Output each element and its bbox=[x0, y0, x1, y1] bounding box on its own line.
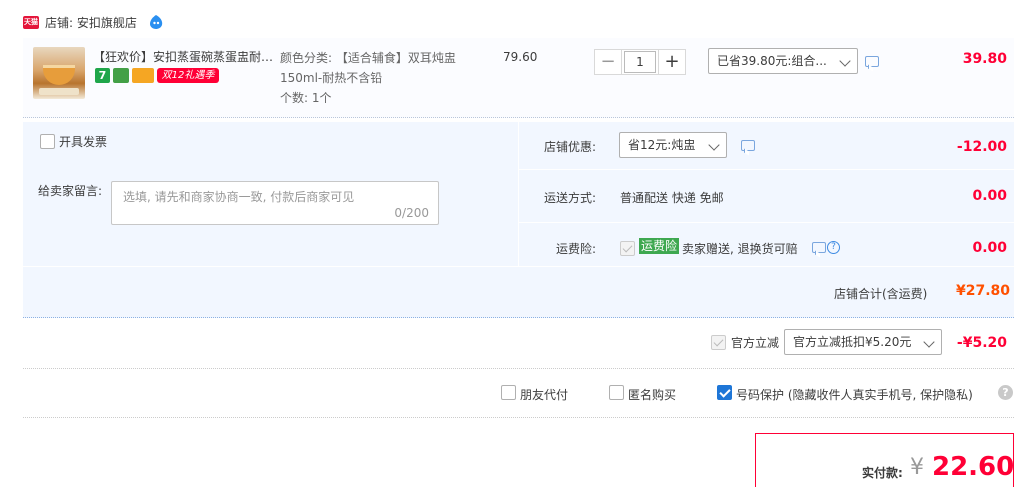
chat-bubble-icon[interactable] bbox=[812, 242, 826, 253]
currency-symbol: ¥ bbox=[910, 455, 924, 480]
official-discount-amount: -¥5.20 bbox=[956, 335, 1007, 351]
anonymous-checkbox[interactable] bbox=[609, 385, 624, 400]
options-row-divider bbox=[519, 169, 1014, 170]
shop-discount-amount: -12.00 bbox=[956, 139, 1007, 155]
payment-label: 实付款: bbox=[862, 466, 903, 480]
shop-discount-label: 店铺优惠: bbox=[544, 140, 597, 154]
item-promo-select-value: 已省39.80元:组合... bbox=[717, 54, 827, 68]
memo-label: 给卖家留言: bbox=[38, 184, 103, 198]
memo-char-count: 0/200 bbox=[394, 206, 429, 220]
insurance-description: 卖家赠送, 退换货可赔 bbox=[682, 242, 798, 256]
chat-bubble-icon[interactable] bbox=[865, 56, 879, 67]
shipping-amount: 0.00 bbox=[972, 188, 1007, 204]
shipping-label: 运送方式: bbox=[544, 191, 597, 205]
insurance-checkbox bbox=[620, 241, 635, 256]
sku-color: 颜色分类: 【适合辅食】双耳炖盅 bbox=[280, 51, 456, 65]
item-badges: 7 双12礼遇季 bbox=[95, 68, 219, 84]
item-title-link[interactable]: 【狂欢价】安扣蒸蛋碗蒸蛋盅耐热玻璃炖盅 bbox=[93, 48, 275, 66]
tmall-logo-icon: 天猫 bbox=[23, 16, 39, 29]
options-row-divider bbox=[519, 222, 1014, 223]
wangwang-chat-icon[interactable] bbox=[148, 14, 164, 30]
help-circle-icon[interactable]: ? bbox=[998, 385, 1013, 400]
quantity-minus-button[interactable]: − bbox=[594, 49, 622, 75]
quantity-stepper: − 1 + bbox=[594, 49, 686, 75]
insurance-label: 运费险: bbox=[556, 242, 597, 256]
shop-discount-select-value: 省12元:炖盅 bbox=[628, 138, 696, 152]
official-discount-label: 官方立减 bbox=[731, 336, 780, 350]
quantity-plus-button[interactable]: + bbox=[658, 49, 686, 75]
official-discount-select[interactable]: 官方立减抵扣¥5.20元 bbox=[784, 329, 942, 355]
quantity-value: 1 bbox=[624, 51, 656, 73]
payment-amount: 22.60 bbox=[932, 452, 1015, 482]
sku-count: 个数: 1个 bbox=[280, 91, 332, 105]
friend-pay-label: 朋友代付 bbox=[520, 388, 569, 402]
item-promo-select[interactable]: 已省39.80元:组合... bbox=[708, 48, 858, 74]
official-discount-select-value: 官方立减抵扣¥5.20元 bbox=[793, 335, 912, 349]
item-subtotal: 39.80 bbox=[962, 51, 1007, 67]
product-thumbnail[interactable] bbox=[33, 47, 85, 99]
shop-total-label: 店铺合计(含运费) bbox=[834, 287, 928, 301]
friend-pay-checkbox[interactable] bbox=[501, 385, 516, 400]
guarantee-shield-icon bbox=[113, 68, 129, 83]
seller-memo-textarea[interactable]: 选填, 请先和商家协商一致, 付款后商家可见 0/200 bbox=[111, 181, 439, 225]
section-divider bbox=[23, 417, 1014, 418]
unit-price: 79.60 bbox=[503, 50, 538, 64]
promo-badge: 双12礼遇季 bbox=[157, 68, 219, 83]
sku-spec: 150ml-耐热不含铅 bbox=[280, 71, 383, 85]
shop-discount-select[interactable]: 省12元:炖盅 bbox=[619, 132, 727, 158]
number-protect-label: 号码保护 (隐藏收件人真实手机号, 保护隐私) bbox=[736, 388, 973, 402]
invoice-checkbox[interactable] bbox=[40, 134, 55, 149]
item-sku: 颜色分类: 【适合辅食】双耳炖盅 150ml-耐热不含铅 个数: 1个 bbox=[280, 48, 456, 108]
number-protect-checkbox[interactable] bbox=[717, 385, 732, 400]
quantity-input[interactable]: 1 bbox=[622, 49, 658, 75]
official-discount-checkbox bbox=[711, 335, 726, 350]
section-divider bbox=[23, 368, 1014, 369]
chevron-down-icon bbox=[839, 55, 851, 67]
memo-placeholder: 选填, 请先和商家协商一致, 付款后商家可见 bbox=[123, 190, 355, 204]
chevron-down-icon bbox=[923, 336, 935, 348]
chat-bubble-icon[interactable] bbox=[741, 140, 755, 151]
shop-total-value: ¥27.80 bbox=[956, 283, 1011, 299]
invoice-label: 开具发票 bbox=[59, 135, 108, 149]
credit-card-icon bbox=[132, 68, 154, 83]
anonymous-label: 匿名购买 bbox=[628, 388, 677, 402]
chevron-down-icon bbox=[708, 139, 720, 151]
insurance-amount: 0.00 bbox=[972, 240, 1007, 256]
shipping-method: 普通配送 快递 免邮 bbox=[620, 191, 724, 205]
insurance-tag: 运费险 bbox=[639, 238, 680, 254]
options-divider bbox=[518, 122, 519, 266]
seven-day-return-icon: 7 bbox=[95, 68, 110, 83]
shop-name[interactable]: 店铺: 安扣旗舰店 bbox=[45, 14, 137, 32]
help-circle-icon[interactable]: ? bbox=[827, 241, 840, 254]
options-row-divider bbox=[23, 266, 1014, 267]
